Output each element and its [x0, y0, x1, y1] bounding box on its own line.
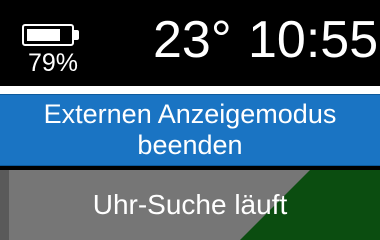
exit-button-label-line2: beenden	[137, 130, 243, 160]
exit-button-label-line1: Externen Anzeigemodus	[43, 99, 337, 129]
battery-body	[22, 24, 74, 46]
exit-button-label: Externen Anzeigemodus beenden	[44, 99, 337, 161]
battery-percent-label: 79%	[27, 49, 79, 77]
watch-search-status-label: Uhr-Suche läuft	[92, 189, 288, 220]
clock-time: 10:55	[248, 11, 379, 69]
status-bar: 79% 23° 10:55	[0, 0, 380, 86]
battery-tip	[74, 30, 79, 40]
battery-level-fill	[27, 29, 61, 41]
watch-search-panel: Uhr-Suche läuft	[0, 170, 380, 240]
battery-icon	[22, 24, 80, 48]
temperature-readout: 23°	[153, 11, 232, 69]
exit-external-display-mode-button[interactable]: Externen Anzeigemodus beenden	[0, 94, 380, 166]
divider	[0, 86, 380, 94]
